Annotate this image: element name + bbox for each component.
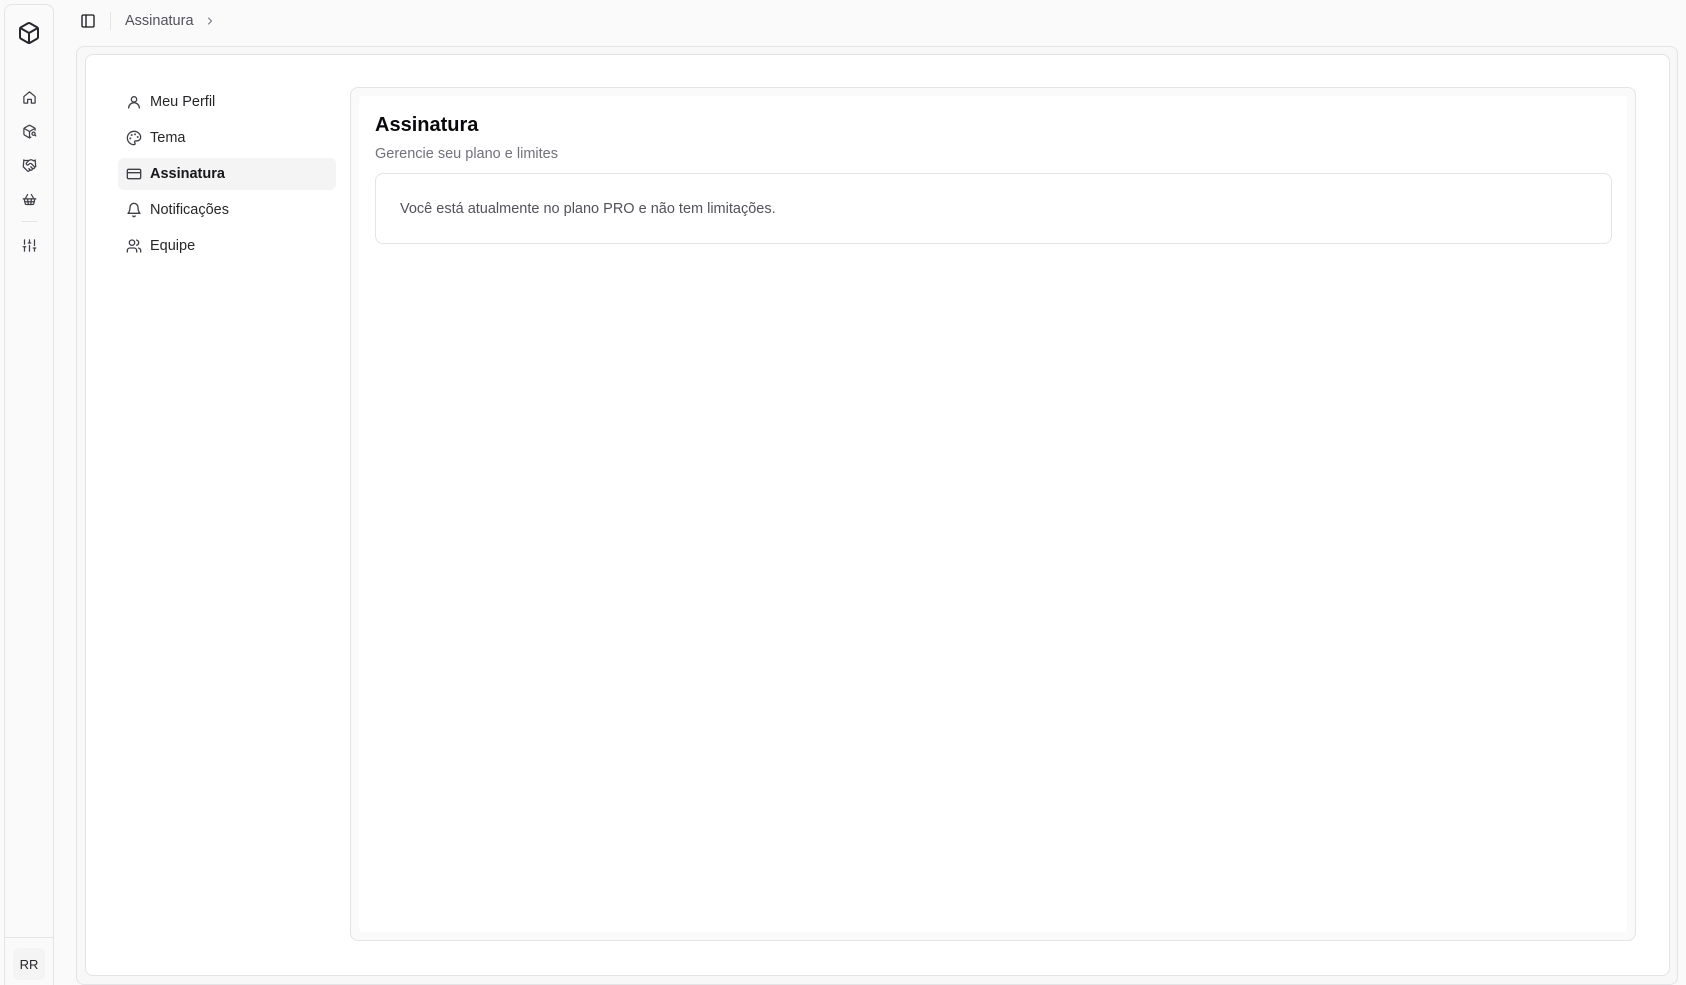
settings-nav-profile[interactable]: Meu Perfil [118,86,336,118]
rail-divider [21,221,37,222]
sidebar-toggle-icon[interactable] [78,11,98,31]
handshake-icon[interactable] [5,149,53,181]
plan-info-card: Você está atualmente no plano PRO e não … [375,173,1612,244]
topbar-divider [110,12,111,30]
users-icon [126,238,142,254]
user-avatar[interactable]: RR [13,948,45,980]
settings-nav-label: Equipe [150,238,196,254]
sliders-icon[interactable] [5,229,53,261]
settings-nav-notifications[interactable]: Notificações [118,194,336,226]
breadcrumb-item[interactable]: Assinatura [125,13,194,29]
top-bar: Assinatura [76,6,1666,36]
subscription-panel: Assinatura Gerencie seu plano e limites … [350,87,1636,941]
settings-nav-theme[interactable]: Tema [118,122,336,154]
settings-nav-label: Assinatura [150,166,225,182]
settings-nav-label: Notificações [150,202,229,218]
user-icon [126,94,142,110]
page-subtitle: Gerencie seu plano e limites [375,146,558,162]
page-title: Assinatura [375,114,479,136]
avatar-initials: RR [19,956,39,972]
credit-card-icon [126,166,142,182]
settings-nav-subscription[interactable]: Assinatura [118,158,336,190]
bell-icon [126,202,142,218]
palette-icon [126,130,142,146]
chevron-right-icon [204,15,216,27]
plan-message: Você está atualmente no plano PRO e não … [400,200,776,217]
settings-nav-label: Meu Perfil [150,94,216,110]
package-search-icon[interactable] [5,115,53,147]
settings-nav-team[interactable]: Equipe [118,230,336,262]
rail-footer-divider [5,937,53,938]
basket-icon[interactable] [5,183,53,215]
home-icon[interactable] [5,81,53,113]
settings-nav-label: Tema [150,130,186,146]
settings-nav: Meu Perfil Tema Assinatura Notificações [118,86,336,266]
app-rail: RR [4,4,54,985]
subscription-panel-body: Assinatura Gerencie seu plano e limites … [359,96,1627,932]
app-logo-package-icon[interactable] [5,13,53,53]
